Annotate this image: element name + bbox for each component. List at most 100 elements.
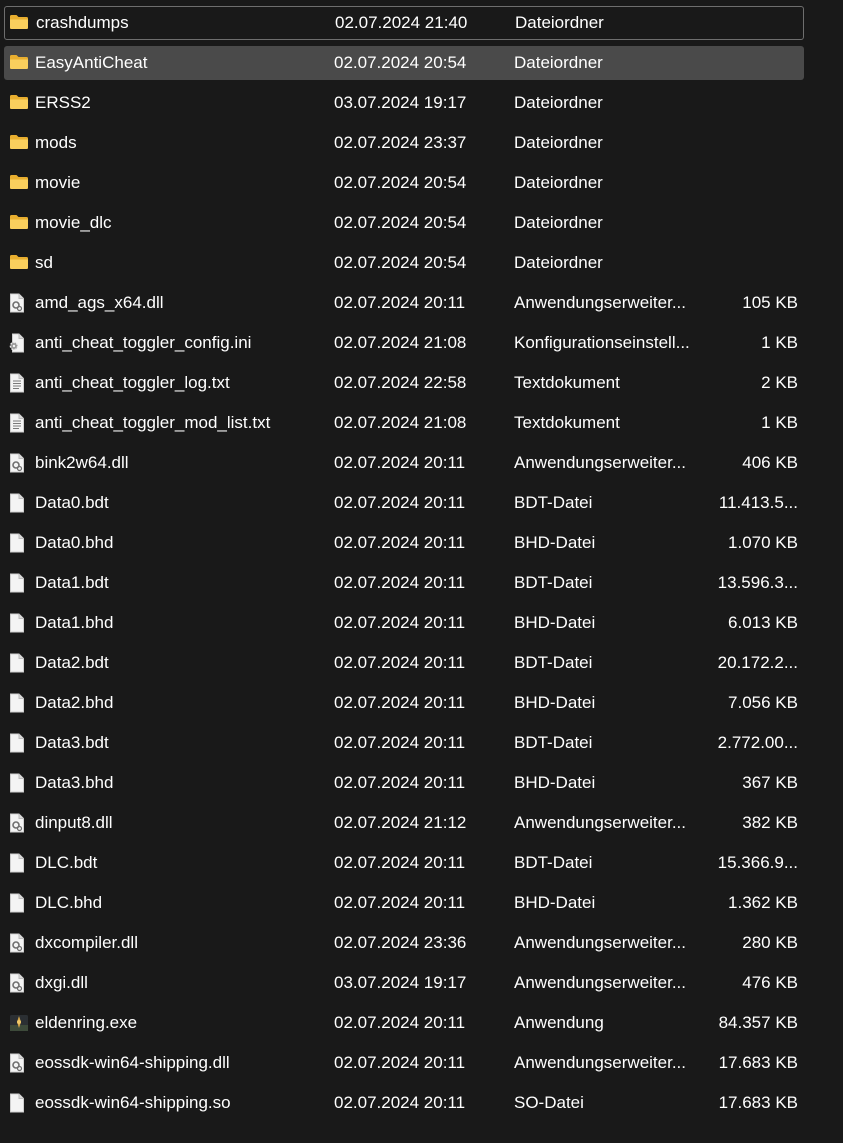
file-size: 7.056 KB — [728, 693, 798, 712]
file-type: Textdokument — [514, 373, 620, 392]
file-name: DLC.bhd — [35, 893, 103, 912]
file-row[interactable]: DLC.bdt 02.07.2024 20:11 BDT-Datei 15.366.9… — [4, 846, 804, 880]
file-size: 17.683 KB — [718, 1053, 798, 1072]
file-date-modified: 02.07.2024 20:11 — [334, 573, 466, 592]
file-type: Anwendung — [514, 1013, 604, 1032]
file-row[interactable]: Data2.bdt 02.07.2024 20:11 BDT-Datei 20.172… — [4, 646, 804, 680]
file-date-modified: 02.07.2024 23:37 — [334, 133, 467, 152]
file-type: Textdokument — [514, 413, 620, 432]
file-icon — [9, 766, 29, 800]
file-size: 2.772.00... — [717, 733, 798, 752]
file-date-modified: 02.07.2024 21:08 — [334, 333, 467, 352]
file-size: 367 KB — [742, 773, 798, 792]
dll-file-icon — [9, 926, 29, 960]
text-file-icon — [9, 366, 29, 400]
file-row[interactable]: movie_dlc 02.07.2024 20:54 Dateiordner — [4, 206, 804, 240]
file-row[interactable]: eldenring.exe 02.07.2024 20:11 Anwendung 84… — [4, 1006, 804, 1040]
file-row[interactable]: EasyAntiCheat 02.07.2024 20:54 Dateiordner — [4, 46, 804, 80]
file-name: sd — [35, 253, 53, 272]
file-row[interactable]: sd 02.07.2024 20:54 Dateiordner — [4, 246, 804, 280]
file-name: EasyAntiCheat — [35, 53, 148, 72]
file-row[interactable]: DLC.bhd 02.07.2024 20:11 BHD-Datei 1.362 KB — [4, 886, 804, 920]
file-name: crashdumps — [36, 13, 129, 32]
file-row[interactable]: anti_cheat_toggler_log.txt 02.07.2024 22:… — [4, 366, 804, 400]
file-row[interactable]: movie 02.07.2024 20:54 Dateiordner — [4, 166, 804, 200]
file-size: 11.413.5... — [718, 493, 798, 512]
file-type: Dateiordner — [514, 133, 603, 152]
file-size: 1.070 KB — [728, 533, 798, 552]
file-type: BDT-Datei — [514, 653, 593, 672]
file-name: Data1.bdt — [35, 573, 109, 592]
file-size: 406 KB — [742, 453, 798, 472]
file-date-modified: 02.07.2024 21:12 — [334, 813, 467, 832]
file-name: Data2.bhd — [35, 693, 114, 712]
file-type: Anwendungserweiter... — [514, 453, 686, 472]
file-row[interactable]: mods 02.07.2024 23:37 Dateiordner — [4, 126, 804, 160]
file-icon — [9, 646, 29, 680]
file-date-modified: 02.07.2024 20:11 — [334, 1053, 466, 1072]
file-size: 1.362 KB — [728, 893, 798, 912]
file-icon — [9, 566, 29, 600]
file-name: Data3.bhd — [35, 773, 114, 792]
file-name: mods — [35, 133, 77, 152]
file-row[interactable]: dxgi.dll 03.07.2024 19:17 Anwendungserweit… — [4, 966, 804, 1000]
folder-icon — [9, 126, 29, 160]
file-size: 382 KB — [742, 813, 798, 832]
file-row[interactable]: bink2w64.dll 02.07.2024 20:11 Anwendungser… — [4, 446, 804, 480]
file-size: 1 KB — [761, 333, 798, 352]
file-name: anti_cheat_toggler_log.txt — [35, 373, 230, 392]
file-date-modified: 02.07.2024 20:11 — [334, 893, 466, 912]
file-row[interactable]: amd_ags_x64.dll 02.07.2024 20:11 Anwendung… — [4, 286, 804, 320]
dll-file-icon — [9, 286, 29, 320]
file-row[interactable]: crashdumps 02.07.2024 21:40 Dateiordner — [4, 6, 804, 40]
file-row[interactable]: Data2.bhd 02.07.2024 20:11 BHD-Datei 7.056 … — [4, 686, 804, 720]
file-name: dinput8.dll — [35, 813, 113, 832]
file-size: 476 KB — [742, 973, 798, 992]
file-row[interactable]: Data0.bhd 02.07.2024 20:11 BHD-Datei 1.070 … — [4, 526, 804, 560]
file-name: amd_ags_x64.dll — [35, 293, 164, 312]
file-row[interactable]: ERSS2 03.07.2024 19:17 Dateiordner — [4, 86, 804, 120]
file-type: BDT-Datei — [514, 733, 593, 752]
file-name: Data0.bhd — [35, 533, 114, 552]
file-type: SO-Datei — [514, 1093, 584, 1112]
file-type: Dateiordner — [515, 13, 604, 32]
file-row[interactable]: eossdk-win64-shipping.dll 02.07.2024 20:1… — [4, 1046, 804, 1080]
file-row[interactable]: anti_cheat_toggler_config.ini 02.07.2024 … — [4, 326, 804, 360]
file-type: Anwendungserweiter... — [514, 293, 686, 312]
file-row[interactable]: eossdk-win64-shipping.so 02.07.2024 20:11… — [4, 1086, 804, 1120]
file-name: dxcompiler.dll — [35, 933, 138, 952]
file-row[interactable]: Data0.bdt 02.07.2024 20:11 BDT-Datei 11.413… — [4, 486, 804, 520]
file-date-modified: 02.07.2024 20:11 — [334, 653, 466, 672]
file-type: Anwendungserweiter... — [514, 1053, 686, 1072]
file-type: BHD-Datei — [514, 693, 596, 712]
file-row[interactable]: anti_cheat_toggler_mod_list.txt 02.07.202… — [4, 406, 804, 440]
file-type: Konfigurationseinstell... — [514, 333, 690, 352]
file-date-modified: 02.07.2024 20:11 — [334, 493, 466, 512]
file-date-modified: 02.07.2024 20:11 — [334, 533, 466, 552]
file-date-modified: 03.07.2024 19:17 — [334, 93, 467, 112]
file-icon — [9, 606, 29, 640]
file-size: 17.683 KB — [718, 1093, 798, 1112]
file-list: crashdumps 02.07.2024 21:40 Dateiordner Eas… — [4, 6, 804, 1126]
file-name: eossdk-win64-shipping.so — [35, 1093, 231, 1112]
file-row[interactable]: dxcompiler.dll 02.07.2024 23:36 Anwendungs… — [4, 926, 804, 960]
file-name: anti_cheat_toggler_mod_list.txt — [35, 413, 271, 432]
file-name: movie — [35, 173, 81, 192]
file-date-modified: 02.07.2024 20:11 — [334, 293, 466, 312]
file-row[interactable]: dinput8.dll 02.07.2024 21:12 Anwendungserw… — [4, 806, 804, 840]
file-date-modified: 02.07.2024 20:11 — [334, 773, 466, 792]
folder-icon — [9, 6, 29, 40]
file-date-modified: 02.07.2024 20:11 — [334, 853, 466, 872]
file-row[interactable]: Data3.bhd 02.07.2024 20:11 BHD-Datei 367 KB — [4, 766, 804, 800]
file-row[interactable]: Data1.bhd 02.07.2024 20:11 BHD-Datei 6.013 … — [4, 606, 804, 640]
file-row[interactable]: Data3.bdt 02.07.2024 20:11 BDT-Datei 2.772.… — [4, 726, 804, 760]
file-type: Anwendungserweiter... — [514, 933, 686, 952]
file-name: Data2.bdt — [35, 653, 109, 672]
file-date-modified: 02.07.2024 20:54 — [334, 253, 467, 272]
file-size: 15.366.9... — [717, 853, 798, 872]
file-type: Dateiordner — [514, 173, 603, 192]
file-type: BHD-Datei — [514, 773, 596, 792]
file-date-modified: 02.07.2024 20:11 — [334, 613, 466, 632]
dll-file-icon — [9, 446, 29, 480]
file-row[interactable]: Data1.bdt 02.07.2024 20:11 BDT-Datei 13.596… — [4, 566, 804, 600]
